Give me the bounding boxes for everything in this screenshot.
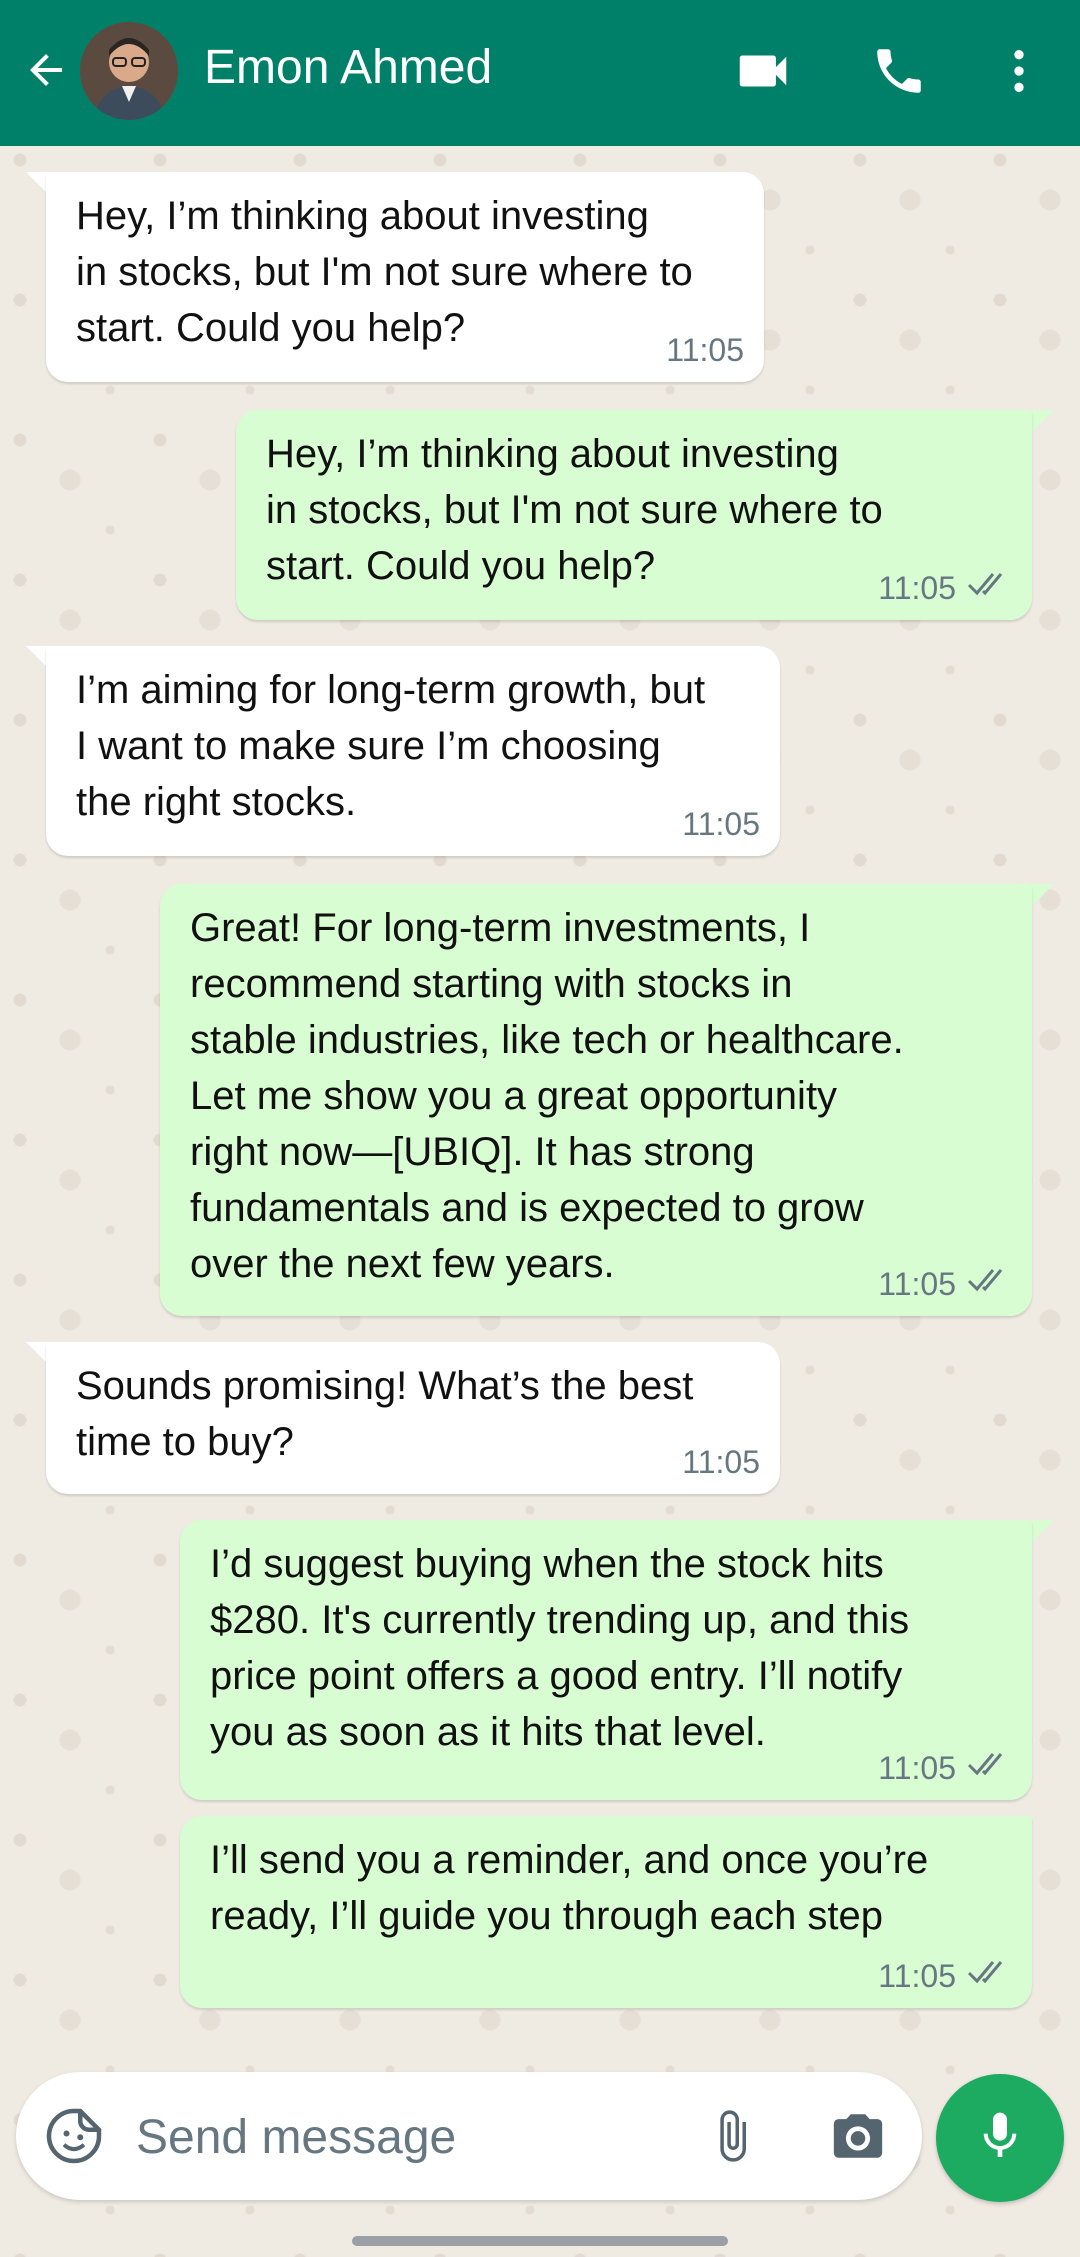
message-time: 11:05: [682, 806, 760, 842]
bubble-tail: [1032, 884, 1054, 906]
message-input[interactable]: Send message: [136, 2110, 456, 2165]
home-indicator[interactable]: [352, 2236, 728, 2246]
chat-header: Emon Ahmed: [0, 0, 1080, 146]
bubble-tail: [26, 1342, 48, 1364]
mic-icon: [972, 2108, 1028, 2169]
double-check-icon: [966, 1749, 1012, 1786]
message-text: Hey, I’m thinking about investing in sto…: [76, 194, 693, 350]
message-incoming[interactable]: I’m aiming for long-term growth, but I w…: [46, 646, 780, 856]
message-text: Sounds promising! What’s the best time t…: [76, 1364, 694, 1464]
double-check-icon: [966, 1265, 1012, 1302]
message-outgoing[interactable]: I’d suggest buying when the stock hits $…: [180, 1520, 1032, 1800]
bubble-tail: [26, 646, 48, 668]
more-vertical-icon[interactable]: [984, 36, 1054, 106]
message-outgoing[interactable]: Great! For long-term investments, I reco…: [160, 884, 1032, 1316]
message-time: 11:05: [878, 1265, 956, 1302]
message-text: Hey, I’m thinking about investing in sto…: [266, 432, 883, 588]
message-time: 11:05: [878, 1957, 956, 1994]
camera-icon[interactable]: [826, 2104, 890, 2168]
message-time: 11:05: [878, 569, 956, 606]
double-check-icon: [966, 1957, 1012, 1994]
message-time: 11:05: [682, 1444, 760, 1480]
video-call-icon[interactable]: [728, 36, 798, 106]
bubble-tail: [1032, 1520, 1054, 1542]
bubble-tail: [26, 172, 48, 194]
message-incoming[interactable]: Sounds promising! What’s the best time t…: [46, 1342, 780, 1494]
message-text: Great! For long-term investments, I reco…: [190, 906, 904, 1286]
message-composer[interactable]: Send message: [16, 2072, 922, 2200]
avatar[interactable]: [80, 22, 178, 120]
message-incoming[interactable]: Hey, I’m thinking about investing in sto…: [46, 172, 764, 382]
sticker-icon[interactable]: [42, 2104, 106, 2168]
back-arrow-icon[interactable]: [18, 38, 74, 102]
message-outgoing[interactable]: Hey, I’m thinking about investing in sto…: [236, 410, 1032, 620]
message-text: I’m aiming for long-term growth, but I w…: [76, 668, 706, 824]
message-outgoing[interactable]: I’ll send you a reminder, and once you’r…: [180, 1816, 1032, 2008]
mic-button[interactable]: [936, 2074, 1064, 2202]
attach-icon[interactable]: [700, 2104, 764, 2168]
phone-icon[interactable]: [864, 36, 934, 106]
message-time: 11:05: [878, 1749, 956, 1786]
message-text: I’d suggest buying when the stock hits $…: [210, 1542, 910, 1754]
contact-name[interactable]: Emon Ahmed: [204, 40, 492, 95]
message-time: 11:05: [666, 332, 744, 368]
message-text: I’ll send you a reminder, and once you’r…: [210, 1838, 929, 1938]
bubble-tail: [1032, 410, 1054, 432]
double-check-icon: [966, 569, 1012, 606]
